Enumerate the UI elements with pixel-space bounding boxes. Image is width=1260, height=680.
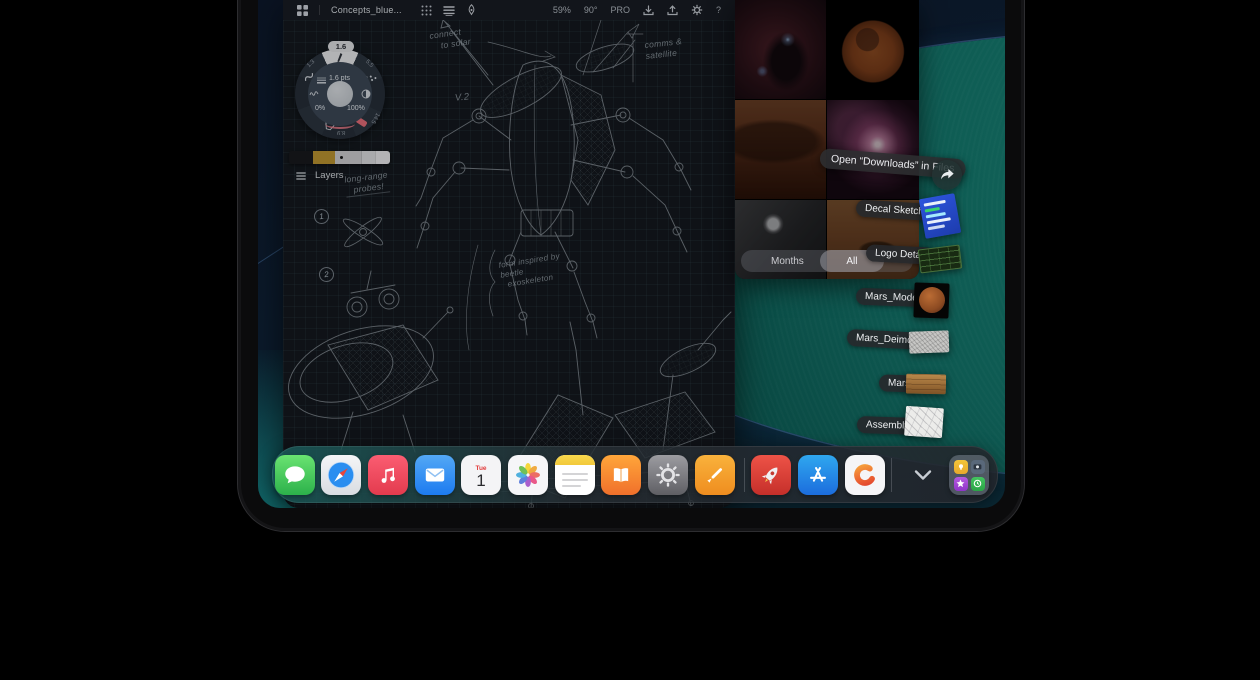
app-library-tile-purple [954, 477, 968, 491]
music-app-icon[interactable] [368, 455, 408, 495]
photos-app-icon[interactable] [508, 455, 548, 495]
layers-list-icon [296, 172, 306, 180]
dock-divider [891, 458, 892, 492]
layers-label: Layers [315, 170, 344, 181]
settings-gear-icon[interactable] [691, 4, 703, 16]
photos-dim-overlay [735, 0, 919, 279]
drag-thumb-mars-deimos[interactable] [909, 330, 950, 353]
drag-thumb-mars[interactable] [906, 374, 946, 395]
swatch-lightgray-selected[interactable] [335, 151, 360, 164]
mail-app-icon[interactable] [415, 455, 455, 495]
drag-thumb-logo-detail[interactable] [918, 245, 963, 274]
drag-thumb-decal-sketches[interactable] [919, 193, 961, 239]
stage: Concepts_blue... 59% 90° PRO [0, 0, 1260, 680]
layers-button[interactable]: Layers [296, 170, 344, 181]
safari-app-icon[interactable] [321, 455, 361, 495]
apps-grid-icon[interactable] [297, 5, 308, 16]
drag-thumb-mars-model[interactable] [913, 282, 949, 318]
tool-wheel[interactable]: 1.6 pts 0% 100% 1.3 5.5 8.9 14.5 [295, 49, 385, 139]
app-library-icon[interactable] [949, 455, 989, 495]
opacity-max-label: 100% [347, 105, 365, 112]
notes-app-icon[interactable] [555, 455, 595, 495]
dock-divider [744, 458, 745, 492]
calendar-app-icon[interactable]: Tue 1 [461, 455, 501, 495]
swatch-selection-dot [340, 156, 343, 159]
export-share-icon[interactable] [667, 5, 678, 16]
rocket-app-icon[interactable] [751, 455, 791, 495]
app-library-tile-slate [971, 460, 985, 474]
concepts-toolbar: Concepts_blue... 59% 90° PRO [283, 0, 735, 20]
annotation-comms: comms & satellite [644, 36, 684, 61]
drawing-canvas[interactable]: connect to solar comms & satellite V.2 l… [283, 20, 735, 508]
pen-nib-icon[interactable] [466, 4, 477, 16]
books-app-icon[interactable] [601, 455, 641, 495]
ring-size-8-9: 8.9 [337, 129, 345, 135]
stroke-size-icon [317, 77, 326, 84]
swatch-black[interactable] [289, 151, 313, 164]
opacity-min-label: 0% [315, 105, 325, 112]
swatch-gold[interactable] [313, 151, 336, 164]
messages-app-icon[interactable] [275, 455, 315, 495]
app-library-tile-green [971, 477, 985, 491]
share-drop-button[interactable] [932, 160, 962, 190]
tool-wheel-accent-arc [325, 119, 355, 129]
annotation-version: V.2 [454, 91, 470, 104]
pro-badge[interactable]: PRO [610, 5, 630, 15]
opacity-half-icon [361, 89, 371, 99]
zoom-level[interactable]: 59% [553, 5, 571, 15]
calendar-day: 1 [476, 472, 485, 490]
share-arrow-icon [939, 168, 955, 182]
segment-months[interactable]: Months [758, 250, 816, 272]
app-store-app-icon[interactable] [798, 455, 838, 495]
dot-grid-icon[interactable] [421, 5, 432, 16]
concepts-app-icon[interactable] [845, 455, 885, 495]
help-button[interactable]: ? [716, 5, 721, 15]
toolbar-divider [319, 5, 320, 15]
layer-list-icon[interactable] [443, 5, 455, 16]
drag-thumb-assembly[interactable] [904, 406, 944, 439]
app-library-tile-yellow [954, 460, 968, 474]
dock-collapse-chevron[interactable] [903, 455, 943, 495]
smoothing-icon [309, 89, 319, 99]
import-icon[interactable] [643, 5, 654, 16]
color-palette-bar[interactable] [289, 151, 390, 164]
swatch-white[interactable] [375, 151, 390, 164]
tool-preview-dot[interactable] [327, 81, 353, 107]
swatch-gray[interactable] [361, 151, 376, 164]
concepts-app-window: Concepts_blue... 59% 90° PRO [283, 0, 735, 508]
document-title[interactable]: Concepts_blue... [331, 5, 402, 15]
brush-size-pill[interactable]: 1.6 [328, 41, 354, 52]
ipad-screen: Concepts_blue... 59% 90° PRO [258, 0, 1005, 508]
rotation-value[interactable]: 90° [584, 5, 598, 15]
settings-app-icon[interactable] [648, 455, 688, 495]
pages-app-icon[interactable] [695, 455, 735, 495]
photos-app-window: Months All [735, 0, 919, 279]
